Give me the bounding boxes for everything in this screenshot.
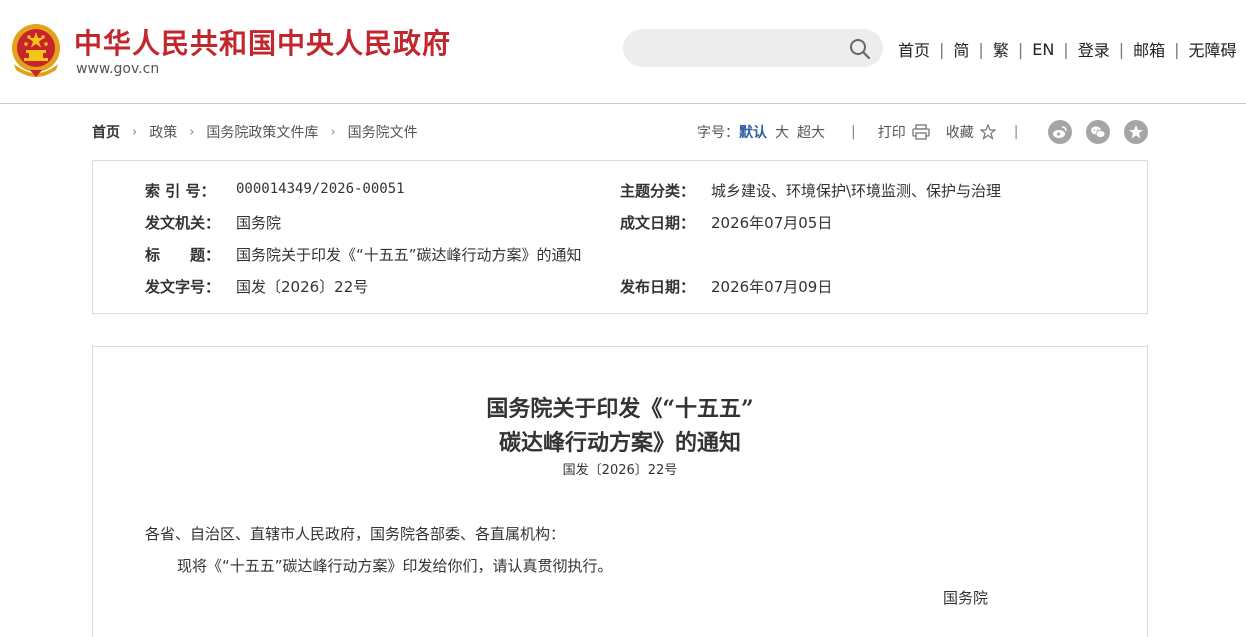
breadcrumb-policy[interactable]: 政策 [149,122,177,142]
search-input[interactable] [639,29,843,69]
title-label: 标 题： [145,246,221,264]
print-label: 打印 [877,125,906,141]
article-doc-number: 国发〔2026〕22号 [562,463,678,478]
index-number-value: 000014349/2026-00051 [236,181,405,197]
search-icon[interactable] [849,38,871,60]
nav-divider: | [939,39,945,59]
nav-divider: | [1063,39,1069,59]
weibo-icon[interactable] [1048,120,1072,144]
nav-accessibility[interactable]: 无障碍 [1189,37,1237,61]
nav-divider: | [1174,39,1180,59]
font-size-label: 字号： [697,125,739,141]
site-url[interactable]: www.gov.cn [76,61,159,77]
doc-number-value: 国发〔2026〕22号 [236,278,369,296]
nav-mail[interactable]: 邮箱 [1133,37,1165,61]
document-info-table: 索 引 号： 000014349/2026-00051 主题分类： 城乡建设、环… [92,160,1148,314]
nav-divider: | [1118,39,1125,59]
doc-number-label: 发文字号： [145,278,221,296]
article-title-line2: 碳达峰行动方案》的通知 [498,430,741,456]
subject-label: 主题分类： [620,182,696,200]
breadcrumb: 首页 › 政策 › 国务院政策文件库 › 国务院文件 [92,122,418,142]
breadcrumb-state-council-docs[interactable]: 国务院文件 [348,122,418,142]
search-box [623,29,883,69]
nav-login[interactable]: 登录 [1078,37,1110,61]
title-value: 国务院关于印发《“十五五”碳达峰行动方案》的通知 [236,246,582,264]
site-title[interactable]: 中华人民共和国中央人民政府 [74,22,451,62]
article-paragraph: 现将《“十五五”碳达峰行动方案》印发给你们，请认真贯彻执行。 [177,557,613,575]
site-header: 中华人民共和国中央人民政府 www.gov.cn 首页 | 简 | 繁 | EN… [0,0,1246,104]
published-date-label: 发布日期： [620,278,696,296]
nav-divider: | [1017,39,1024,59]
wechat-icon[interactable] [1086,120,1110,144]
star-outline-icon [979,124,996,140]
nav-divider: | [978,39,984,59]
printer-icon [912,124,930,140]
print-button[interactable]: 打印 [878,122,930,142]
article-signature: 国务院 [943,589,989,607]
national-emblem-icon[interactable] [10,22,62,78]
font-size-xlarge[interactable]: 超大 [797,122,825,142]
chevron-right-icon: › [330,124,336,140]
chevron-right-icon: › [132,124,138,140]
font-size-large[interactable]: 大 [775,122,789,142]
article-tools: 字号： 默认 大 超大 | 打印 收藏 | [697,122,1018,142]
index-number-label: 索 引 号： [145,182,216,200]
article-salutation: 各省、自治区、直辖市人民政府，国务院各部委、各直属机构： [145,525,566,543]
nav-english[interactable]: EN [1032,40,1054,59]
article-body: 国务院关于印发《“十五五” 碳达峰行动方案》的通知 国发〔2026〕22号 各省… [92,346,1148,637]
chevron-right-icon: › [189,124,195,140]
tools-divider: | [851,124,856,140]
published-date-value: 2026年07月09日 [711,278,833,296]
favorite-button[interactable]: 收藏 [946,122,996,142]
breadcrumb-home[interactable]: 首页 [92,122,120,142]
issuer-value: 国务院 [236,214,282,232]
article-title-line1: 国务院关于印发《“十五五” [486,396,754,422]
favorite-label: 收藏 [945,125,974,141]
nav-simplified[interactable]: 简 [953,37,969,61]
tools-divider: | [1013,124,1019,140]
subject-value: 城乡建设、环境保护\环境监测、保护与治理 [711,182,1002,200]
top-nav: 首页 | 简 | 繁 | EN | 登录 | 邮箱 | 无障碍 [898,37,1237,61]
written-date-label: 成文日期： [620,214,696,232]
written-date-value: 2026年07月05日 [711,214,833,232]
qzone-star-icon[interactable] [1124,120,1148,144]
issuer-label: 发文机关： [145,214,221,232]
breadcrumb-policy-library[interactable]: 国务院政策文件库 [206,122,318,142]
nav-traditional[interactable]: 繁 [993,37,1009,61]
nav-home[interactable]: 首页 [898,37,930,61]
font-size-default[interactable]: 默认 [739,122,767,142]
